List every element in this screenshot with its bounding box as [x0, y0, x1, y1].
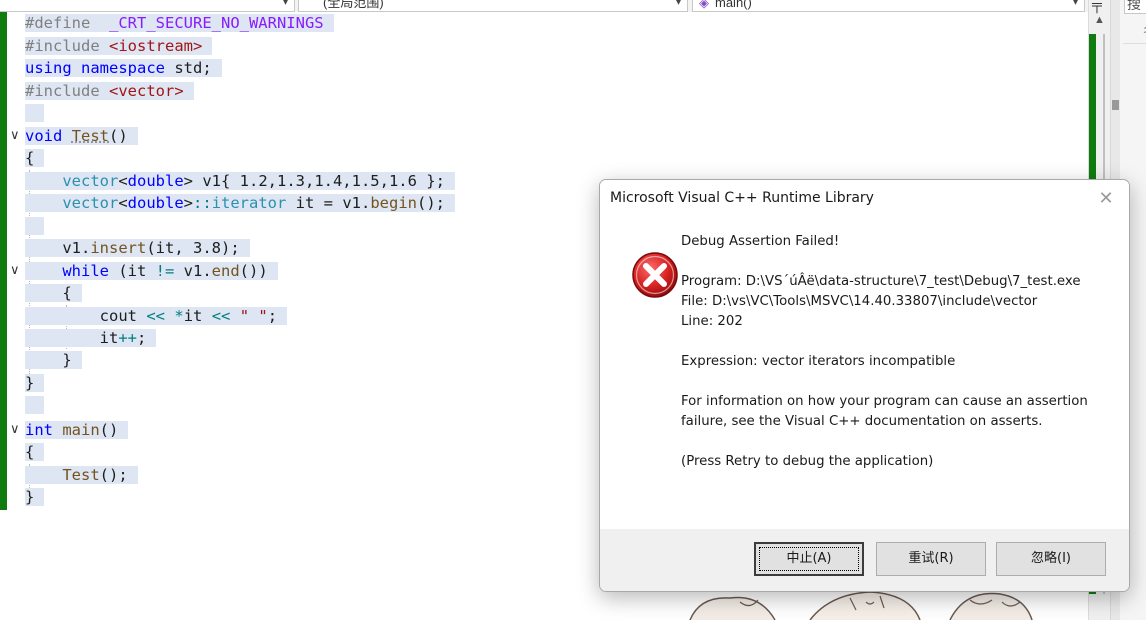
code-line-text: void Test(): [25, 127, 138, 145]
code-line-5[interactable]: [25, 102, 45, 124]
ignore-button-label: 忽略(I): [1031, 551, 1071, 566]
code-line-text: {: [25, 149, 45, 167]
code-line-4[interactable]: #include <vector>: [25, 80, 194, 102]
fold-toggle-test[interactable]: ∨: [10, 125, 24, 147]
split-pin-icon[interactable]: ╤: [1092, 0, 1102, 12]
navigation-bar: ▾ (全局范围) ▾ ◈ main() ▾: [0, 0, 1088, 12]
code-line-text: using namespace std;: [25, 59, 222, 77]
code-line-text: {: [25, 284, 82, 302]
code-line-15[interactable]: it++;: [25, 327, 157, 349]
runtime-error-dialog: Microsoft Visual C++ Runtime Library ✕ D…: [599, 179, 1130, 592]
code-line-text: vector<double>::iterator it = v1.begin()…: [25, 194, 456, 212]
code-line-1[interactable]: #define _CRT_SECURE_NO_WARNINGS: [25, 12, 334, 34]
function-combo-text: main(): [715, 0, 752, 10]
code-line-text: Test();: [25, 466, 138, 484]
code-line-text: }: [25, 351, 82, 369]
code-line-text: [25, 396, 45, 414]
change-tracking-bar: [0, 12, 7, 510]
dialog-title-bar[interactable]: Microsoft Visual C++ Runtime Library ✕: [600, 180, 1129, 218]
code-line-17[interactable]: }: [25, 372, 45, 394]
chevron-down-icon: ▾: [675, 0, 681, 8]
code-line-3[interactable]: using namespace std;: [25, 57, 222, 79]
code-line-10[interactable]: [25, 215, 45, 237]
file-path: File: D:\vs\VC\Tools\MSVC\14.40.33807\in…: [681, 294, 1038, 309]
program-path: Program: D:\VS´úÂë\data-structure\7_test…: [681, 274, 1081, 289]
dialog-body: Debug Assertion Failed! Program: D:\VS´ú…: [600, 218, 1129, 529]
code-line-7[interactable]: {: [25, 147, 45, 169]
panel-column-header: 名: [1123, 18, 1146, 44]
code-line-text: }: [25, 488, 45, 506]
info-text-line-1: For information on how your program can …: [681, 394, 1088, 409]
fold-toggle-main[interactable]: ∨: [10, 419, 24, 441]
code-line-text: int main(): [25, 421, 129, 439]
code-line-18[interactable]: [25, 394, 45, 416]
dialog-title: Microsoft Visual C++ Runtime Library: [610, 190, 874, 206]
code-line-text: }: [25, 374, 45, 392]
chevron-down-icon: ▾: [1072, 0, 1078, 8]
code-line-21[interactable]: Test();: [25, 464, 138, 486]
fold-toggle-while[interactable]: ∨: [10, 260, 24, 282]
project-combo[interactable]: ▾: [0, 0, 295, 12]
code-line-text: #define _CRT_SECURE_NO_WARNINGS: [25, 14, 334, 32]
function-combo[interactable]: ◈ main() ▾: [692, 0, 1085, 12]
code-line-text: v1.insert(it, 3.8);: [25, 239, 250, 257]
code-line-6[interactable]: void Test(): [25, 125, 138, 147]
abort-button[interactable]: 中止(A): [754, 542, 864, 576]
code-line-11[interactable]: v1.insert(it, 3.8);: [25, 237, 250, 259]
code-line-text: vector<double> v1{ 1.2,1.3,1.4,1.5,1.6 }…: [25, 172, 455, 190]
chevron-down-icon: ▾: [282, 0, 288, 8]
code-line-2[interactable]: #include <iostream>: [25, 35, 213, 57]
code-line-13[interactable]: {: [25, 282, 82, 304]
retry-button-label: 重试(R): [908, 551, 954, 566]
code-line-text: [25, 217, 45, 235]
retry-hint: (Press Retry to debug the application): [681, 454, 934, 469]
assertion-heading: Debug Assertion Failed!: [681, 234, 840, 249]
panel-search-input[interactable]: 搜: [1124, 0, 1146, 14]
code-line-22[interactable]: }: [25, 486, 45, 508]
info-text-line-2: failure, see the Visual C++ documentatio…: [681, 414, 1043, 429]
code-line-12[interactable]: while (it != v1.end()): [25, 260, 278, 282]
code-line-19[interactable]: int main(): [25, 419, 129, 441]
scope-combo[interactable]: (全局范围) ▾: [298, 0, 688, 12]
code-line-20[interactable]: {: [25, 441, 45, 463]
code-line-text: cout << *it << " ";: [25, 307, 288, 325]
code-line-text: #include <vector>: [25, 82, 194, 100]
code-line-text: while (it != v1.end()): [25, 262, 278, 280]
ignore-button[interactable]: 忽略(I): [996, 542, 1106, 576]
code-line-8[interactable]: vector<double> v1{ 1.2,1.3,1.4,1.5,1.6 }…: [25, 170, 455, 192]
background-sketch-image: [680, 588, 1080, 620]
code-line-16[interactable]: }: [25, 349, 82, 371]
dialog-button-bar: 中止(A) 重试(R) 忽略(I): [600, 529, 1129, 591]
expression-text: Expression: vector iterators incompatibl…: [681, 354, 956, 369]
code-line-14[interactable]: cout << *it << " ";: [25, 305, 288, 327]
close-icon[interactable]: ✕: [1083, 180, 1129, 218]
code-line-9[interactable]: vector<double>::iterator it = v1.begin()…: [25, 192, 456, 214]
focus-rectangle: [759, 547, 859, 571]
scroll-up-arrow-icon[interactable]: ▲: [1094, 14, 1105, 26]
panel-scroll-thumb[interactable]: [1112, 100, 1119, 110]
code-line-text: it++;: [25, 329, 157, 347]
cube-method-icon: ◈: [699, 0, 709, 10]
scope-combo-text: (全局范围): [323, 0, 384, 10]
line-number: Line: 202: [681, 314, 743, 329]
code-line-text: [25, 104, 45, 122]
error-x-icon: [632, 252, 678, 298]
code-line-text: {: [25, 443, 45, 461]
retry-button[interactable]: 重试(R): [876, 542, 986, 576]
code-line-text: #include <iostream>: [25, 37, 213, 55]
